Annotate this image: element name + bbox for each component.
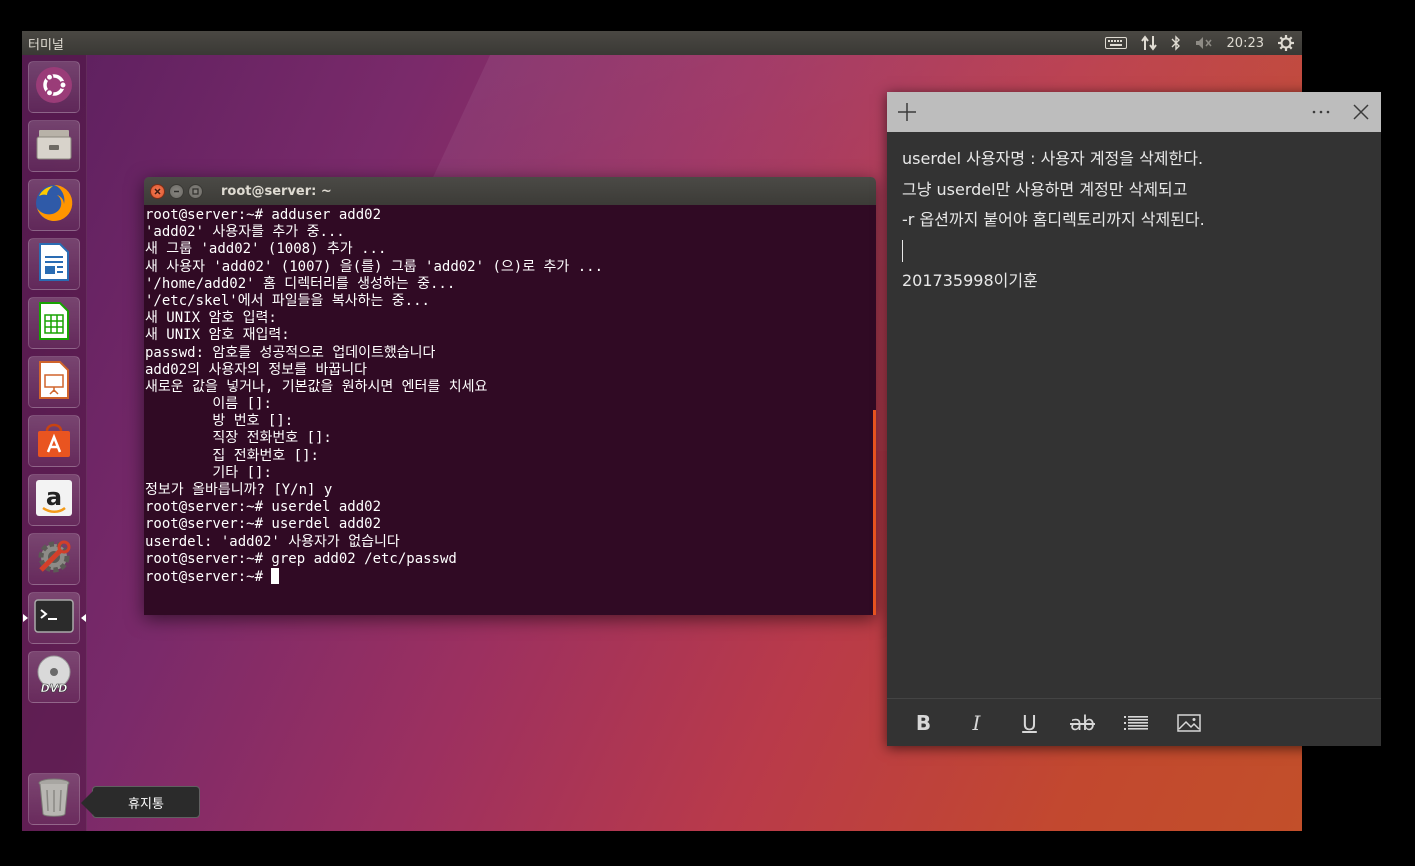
svg-text:DVD: DVD — [41, 682, 68, 695]
terminal-line: add02의 사용자의 정보를 바꿉니다 — [145, 361, 367, 378]
list-icon — [1123, 715, 1148, 730]
launcher-settings[interactable] — [28, 533, 80, 585]
terminal-line: 새 그룹 'add02' (1008) 추가 ... — [145, 241, 387, 258]
terminal-line: root@server:~# userdel add02 — [145, 516, 382, 533]
terminal-line: root@server:~# userdel add02 — [145, 499, 382, 516]
terminal-output[interactable]: root@server:~# adduser add02 'add02' 사용자… — [144, 205, 876, 615]
terminal-line: 새 UNIX 암호 입력: — [145, 310, 277, 327]
plus-icon — [898, 103, 916, 121]
note-text-area[interactable]: userdel 사용자명 : 사용자 계정을 삭제한다. 그냥 userdel만… — [887, 132, 1381, 309]
trash-tooltip: 휴지통 — [81, 786, 200, 818]
launcher-amazon[interactable]: a — [28, 474, 80, 526]
launcher: a DVD — [22, 55, 87, 831]
text-caret — [902, 240, 903, 262]
close-icon — [1353, 104, 1369, 120]
launcher-files[interactable] — [28, 120, 80, 172]
wrench-gear-icon — [33, 536, 75, 582]
terminal-line: 새 사용자 'add02' (1007) 을(를) 그룹 'add02' (으)… — [145, 258, 603, 275]
italic-button[interactable]: I — [950, 699, 1003, 747]
indicator-area: 20:23 — [1104, 35, 1302, 51]
amazon-icon: a — [34, 478, 74, 522]
strikethrough-button[interactable]: ab — [1056, 699, 1109, 747]
trash-icon — [36, 776, 72, 822]
close-note-button[interactable] — [1341, 92, 1381, 132]
terminal-line: 새로운 값을 넣거나, 기본값을 원하시면 엔터를 치세요 — [145, 378, 488, 395]
image-icon — [1176, 713, 1201, 732]
top-panel: 터미널 20:23 — [22, 31, 1302, 55]
note-line: 201735998이기훈 — [902, 271, 1038, 290]
launcher-terminal[interactable] — [23, 592, 86, 644]
terminal-icon — [34, 598, 74, 638]
launcher-calc[interactable] — [28, 297, 80, 349]
sticky-note-header[interactable] — [887, 92, 1381, 132]
note-line: userdel 사용자명 : 사용자 계정을 삭제한다. — [902, 149, 1204, 168]
file-cabinet-icon — [34, 124, 74, 168]
launcher-firefox[interactable] — [28, 179, 80, 231]
bluetooth-icon[interactable] — [1171, 35, 1181, 51]
launcher-impress[interactable] — [28, 356, 80, 408]
terminal-line: '/etc/skel'에서 파일들을 복사하는 중... — [145, 292, 430, 309]
firefox-icon — [33, 182, 75, 228]
terminal-titlebar[interactable]: root@server: ~ — [144, 177, 876, 205]
panel-app-title: 터미널 — [28, 37, 64, 53]
terminal-line: 집 전화번호 []: — [145, 447, 319, 464]
launcher-dvd[interactable]: DVD — [28, 651, 80, 703]
note-line: 그냥 userdel만 사용하면 계정만 삭제되고 — [902, 179, 1188, 199]
terminal-line: passwd: 암호를 성공적으로 업데이트했습니다 — [145, 344, 436, 361]
terminal-line: 기타 []: — [145, 464, 272, 481]
ubuntu-logo-icon — [34, 65, 74, 109]
terminal-title: root@server: ~ — [221, 183, 332, 199]
keyboard-icon[interactable] — [1104, 37, 1127, 49]
launcher-software[interactable] — [28, 415, 80, 467]
terminal-line: 이름 []: — [145, 396, 272, 413]
launcher-writer[interactable] — [28, 238, 80, 290]
sticky-note-window[interactable]: userdel 사용자명 : 사용자 계정을 삭제한다. 그냥 userdel만… — [887, 92, 1381, 746]
terminal-line: 새 UNIX 암호 재입력: — [145, 327, 290, 344]
underline-button[interactable]: U — [1003, 699, 1056, 747]
terminal-prompt: root@server:~# — [145, 568, 272, 585]
more-options-button[interactable] — [1301, 92, 1341, 132]
terminal-line: 직장 전화번호 []: — [145, 430, 332, 447]
gear-icon[interactable] — [1278, 35, 1294, 51]
clock[interactable]: 20:23 — [1227, 36, 1264, 51]
terminal-scrollbar[interactable] — [873, 410, 876, 615]
formatting-toolbar: B I U ab — [887, 698, 1381, 746]
shopping-bag-icon — [34, 419, 74, 463]
maximize-button[interactable] — [188, 183, 203, 199]
terminal-line: root@server:~# adduser add02 — [145, 207, 382, 223]
svg-text:a: a — [46, 483, 62, 511]
terminal-line: '/home/add02' 홈 디렉터리를 생성하는 중... — [145, 275, 456, 292]
terminal-line: 'add02' 사용자를 추가 중... — [145, 224, 345, 241]
bold-button[interactable]: B — [897, 699, 950, 747]
minimize-button[interactable] — [169, 183, 184, 199]
note-line: -r 옵션까지 붙어야 홈디렉토리까지 삭제된다. — [902, 210, 1205, 229]
terminal-line: root@server:~# grep add02 /etc/passwd — [145, 550, 457, 567]
terminal-cursor — [271, 567, 280, 584]
libreoffice-impress-icon — [36, 360, 72, 404]
terminal-line: 정보가 올바릅니까? [Y/n] y — [145, 482, 333, 498]
terminal-line: 방 번호 []: — [145, 413, 294, 430]
dvd-icon: DVD — [33, 654, 75, 700]
network-arrows-icon[interactable] — [1140, 35, 1157, 51]
launcher-ubuntu-dash[interactable] — [28, 61, 80, 113]
volume-muted-icon[interactable] — [1195, 36, 1213, 50]
libreoffice-writer-icon — [36, 242, 72, 286]
bullet-list-button[interactable] — [1109, 699, 1162, 747]
terminal-prompt-line[interactable]: root@server:~# — [145, 567, 876, 585]
terminal-window[interactable]: root@server: ~ root@server:~# adduser ad… — [144, 177, 876, 615]
add-note-button[interactable] — [887, 92, 927, 132]
terminal-line: userdel: 'add02' 사용자가 없습니다 — [145, 533, 400, 550]
ellipsis-icon — [1312, 110, 1330, 114]
insert-image-button[interactable] — [1162, 699, 1215, 747]
close-button[interactable] — [150, 183, 165, 199]
note-caret-line — [902, 236, 1366, 267]
sticky-header-actions — [1301, 92, 1381, 132]
libreoffice-calc-icon — [36, 301, 72, 345]
launcher-trash[interactable] — [28, 773, 80, 825]
